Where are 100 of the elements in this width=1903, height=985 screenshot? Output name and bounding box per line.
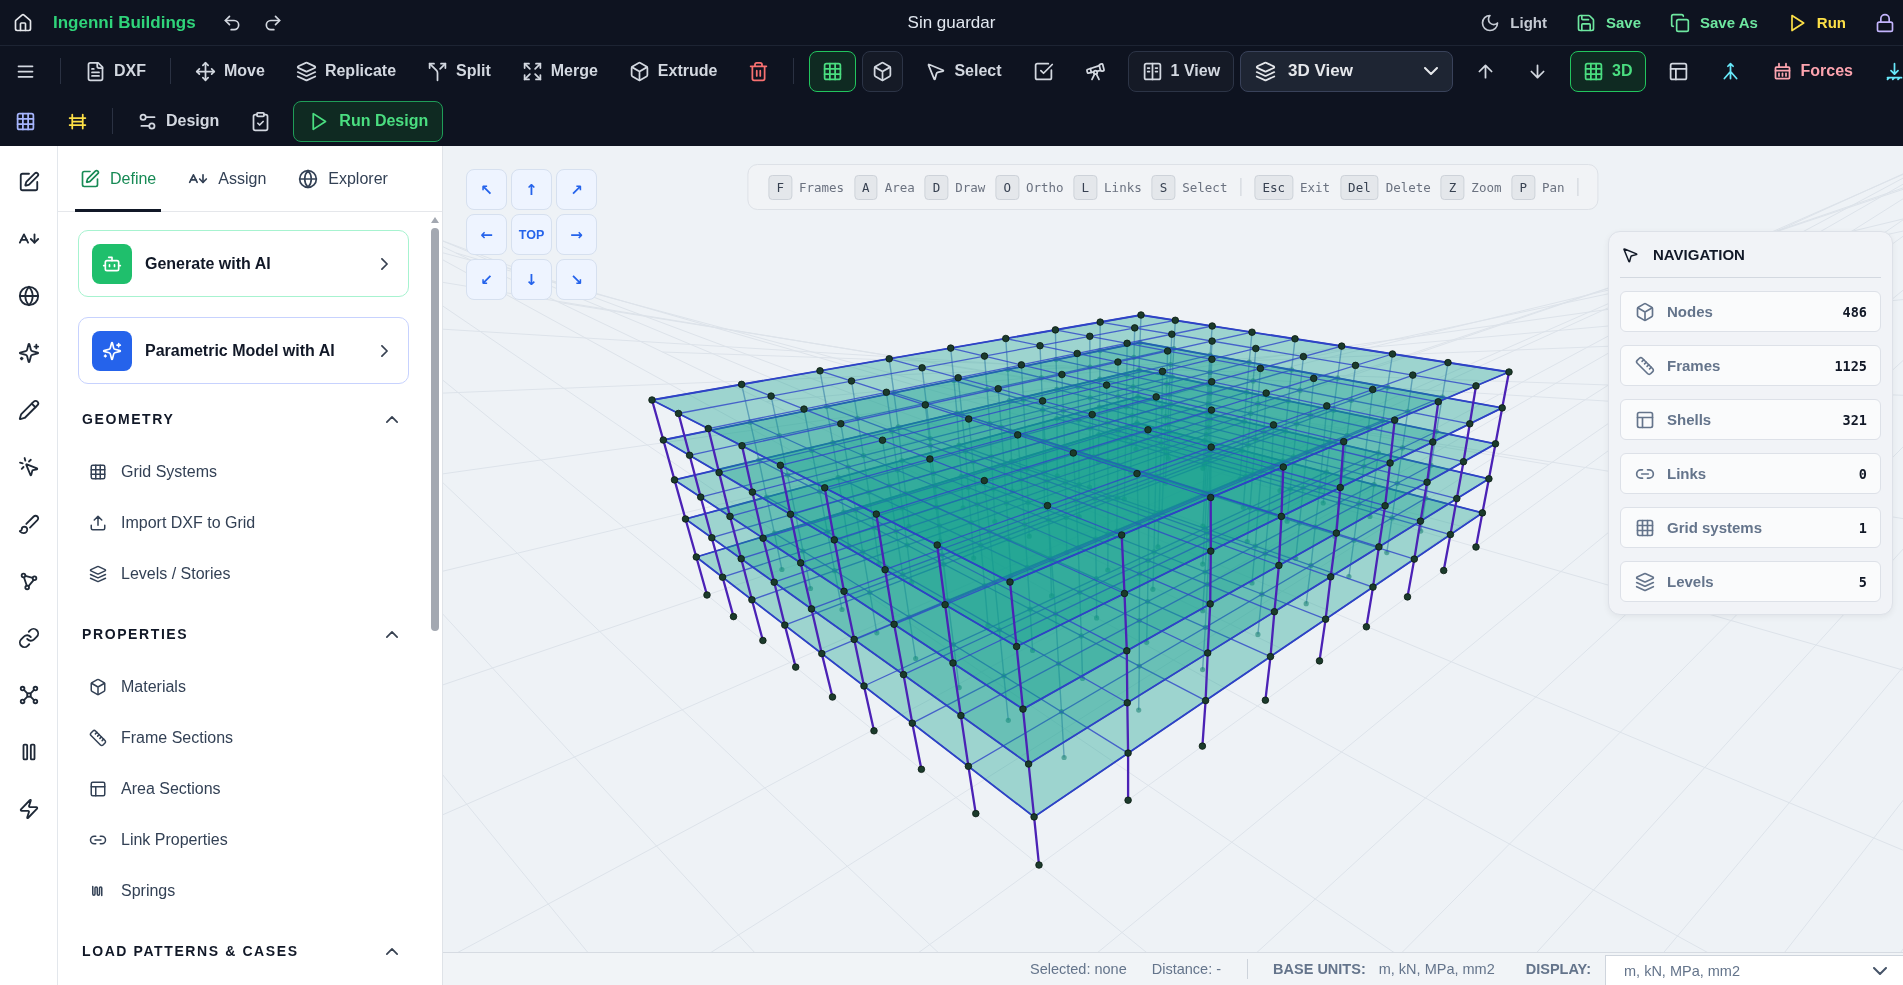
top-view-button[interactable]: TOP	[511, 214, 552, 255]
shortcut-label: Exit	[1300, 179, 1331, 195]
sparkles-icon[interactable]	[17, 342, 40, 364]
grid-icon	[822, 60, 844, 82]
solid-view-toggle[interactable]	[862, 50, 904, 92]
section-header[interactable]: GEOMETRY	[78, 403, 409, 435]
selection-status: Selected: none	[1030, 961, 1127, 977]
run-design-button[interactable]: Run Design	[293, 100, 444, 142]
key-cap: D	[924, 174, 949, 200]
key-cap: Del	[1340, 174, 1379, 200]
split-button[interactable]: Split	[418, 54, 500, 88]
stat-row[interactable]: Frames 1125	[1620, 345, 1881, 386]
save-as-button[interactable]: Save As	[1670, 12, 1758, 33]
stat-value: 5	[1858, 573, 1867, 590]
section-header[interactable]: PROPERTIES	[78, 618, 409, 650]
save-icon	[1575, 12, 1596, 33]
robot-icon	[92, 243, 132, 284]
panel-item[interactable]: Springs	[78, 865, 409, 916]
view-arrow-button[interactable]: ↙	[466, 259, 507, 300]
panel-tab[interactable]: Define	[75, 146, 162, 212]
display-label: DISPLAY:	[1525, 961, 1591, 977]
theme-button[interactable]: Light	[1480, 12, 1547, 33]
single-view-button[interactable]: 1 View	[1127, 50, 1235, 92]
edit-icon[interactable]	[17, 171, 40, 193]
stat-row[interactable]: Shells 321	[1620, 399, 1881, 440]
pointer-click-icon[interactable]	[17, 456, 40, 478]
design-button[interactable]: Design	[128, 104, 229, 138]
view-arrow-button[interactable]: ↘	[556, 259, 597, 300]
view-arrow-button[interactable]: ↓	[511, 259, 552, 300]
chevron-right-icon	[381, 257, 388, 270]
lock-icon[interactable]	[1875, 12, 1895, 33]
layers-icon	[1255, 60, 1277, 82]
view-arrow-button[interactable]: ←	[466, 214, 507, 255]
view-arrow-button[interactable]: ↑	[511, 169, 552, 210]
scrollbar-thumb[interactable]	[431, 228, 439, 631]
lightning-icon[interactable]	[17, 798, 40, 820]
key-cap: A	[854, 174, 878, 200]
view-dropdown[interactable]: 3D View	[1240, 50, 1454, 92]
panel-item[interactable]: Frame Sections	[78, 712, 409, 763]
telescope-icon[interactable]	[1084, 60, 1106, 82]
move-button[interactable]: Move	[186, 54, 274, 88]
stat-value: 321	[1842, 411, 1867, 428]
extrude-button[interactable]: Extrude	[619, 54, 727, 88]
brush-icon[interactable]	[17, 513, 40, 535]
replicate-button[interactable]: Replicate	[286, 54, 406, 88]
panel-item[interactable]: Levels / Stories	[78, 548, 409, 599]
key-cap: F	[768, 174, 792, 200]
view-arrow-button[interactable]: ↗	[556, 169, 597, 210]
network-icon[interactable]	[17, 684, 40, 706]
panel-item[interactable]: Import DXF to Grid	[78, 497, 409, 548]
display-units-select[interactable]: m, kN, MPa, mm2	[1605, 955, 1903, 985]
stat-row[interactable]: Nodes 486	[1620, 291, 1881, 332]
key-cap: S	[1151, 174, 1176, 200]
stat-row[interactable]: Grid systems 1	[1620, 507, 1881, 548]
panel-tab[interactable]: Assign	[183, 146, 272, 212]
stat-label: Links	[1667, 465, 1707, 482]
stat-label: Levels	[1667, 573, 1714, 590]
checkbox-icon[interactable]	[1032, 60, 1054, 82]
split-panel-icon	[1141, 60, 1163, 82]
support-icon[interactable]	[1884, 60, 1903, 82]
shortcut-label: Zoom	[1471, 179, 1502, 195]
grid-view-toggle[interactable]	[809, 50, 857, 92]
select-button[interactable]: Select	[916, 54, 1011, 88]
globe-icon[interactable]	[17, 285, 40, 307]
run-button[interactable]: Run	[1786, 12, 1846, 33]
stat-value: 486	[1842, 303, 1867, 320]
grid-icon[interactable]	[15, 110, 36, 132]
section-header[interactable]: LOAD PATTERNS & CASES	[78, 935, 409, 967]
stat-label: Shells	[1667, 411, 1712, 428]
key-cap: Z	[1440, 174, 1465, 200]
stat-label: Nodes	[1667, 303, 1713, 320]
stat-row[interactable]: Levels 5	[1620, 561, 1881, 602]
link-icon[interactable]	[17, 627, 40, 649]
corner-arrows-icon	[521, 60, 543, 82]
grid-icon	[1583, 60, 1605, 82]
panel-item[interactable]: Area Sections	[78, 763, 409, 814]
home-icon[interactable]	[13, 12, 33, 33]
view-arrow-button[interactable]: ↖	[466, 169, 507, 210]
trash-icon[interactable]	[748, 60, 770, 82]
forces-button[interactable]: Forces	[1762, 54, 1862, 88]
panel-tab[interactable]: Explorer	[293, 146, 393, 212]
merge-button[interactable]: Merge	[512, 54, 607, 88]
base-units-value: m, kN, MPa, mm2	[1378, 961, 1495, 977]
view-arrow-button[interactable]: →	[556, 214, 597, 255]
panel-item[interactable]: Grid Systems	[78, 446, 409, 497]
save-button[interactable]: Save	[1575, 12, 1641, 33]
stat-row[interactable]: Links 0	[1620, 453, 1881, 494]
ai-action-card[interactable]: Parametric Model with AI	[78, 317, 409, 384]
shortcut-label: Delete	[1385, 179, 1431, 195]
pencil-icon[interactable]	[17, 399, 40, 421]
key-cap: P	[1511, 174, 1535, 200]
ai-action-card[interactable]: Generate with AI	[78, 230, 409, 297]
panel-title: NAVIGATION	[1653, 246, 1745, 263]
shortcut-label: Links	[1104, 179, 1142, 195]
panel-item[interactable]: Link Properties	[78, 814, 409, 865]
undo-icon[interactable]	[221, 12, 242, 33]
three-d-toggle[interactable]: 3D	[1570, 50, 1646, 92]
layout-icon[interactable]	[1667, 60, 1689, 82]
panel-item[interactable]: Materials	[78, 661, 409, 712]
dxf-button[interactable]: DXF	[76, 54, 155, 88]
